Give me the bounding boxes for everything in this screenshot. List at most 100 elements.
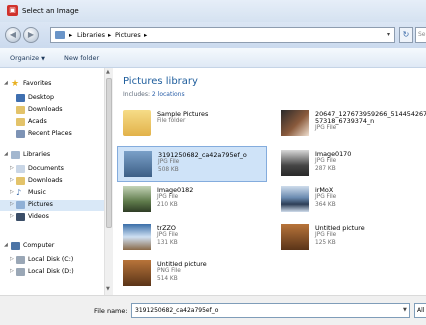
image-thumbnail — [123, 224, 151, 250]
folder-icon — [123, 110, 151, 136]
sidebar-label: Favorites — [23, 80, 52, 87]
expand-icon[interactable]: ▷ — [10, 177, 14, 183]
expand-icon[interactable]: ▷ — [10, 189, 14, 195]
search-input[interactable]: Se — [415, 27, 426, 43]
file-name-line2: 57318_6739374_n — [315, 117, 375, 125]
sidebar-label: Local Disk (D:) — [28, 268, 74, 275]
downloads-folder-icon — [16, 177, 25, 185]
chevron-down-icon[interactable]: ▾ — [387, 31, 390, 38]
documents-icon — [16, 165, 25, 173]
library-folder-icon — [55, 31, 65, 39]
expand-icon[interactable]: ◢ — [4, 151, 8, 157]
disk-icon — [16, 256, 25, 264]
scroll-down-icon[interactable]: ▼ — [106, 286, 110, 292]
disk-icon — [16, 268, 25, 276]
file-name-bar: File name: 3191250682_ca42a795ef_o ▼ All… — [0, 295, 426, 325]
organize-button[interactable]: Organize ▼ — [10, 54, 45, 62]
address-bar[interactable]: ▸ Libraries ▸ Pictures ▸ ▾ — [50, 27, 395, 43]
file-item-image0182[interactable]: Image0182 JPG File 210 KB — [117, 182, 267, 218]
expand-icon[interactable]: ▷ — [10, 201, 14, 207]
file-type: JPG File — [315, 194, 337, 200]
sidebar-item-music[interactable]: ▷ ♪ Music — [0, 188, 104, 199]
expand-icon[interactable]: ▷ — [10, 213, 14, 219]
sidebar-label: Downloads — [28, 106, 63, 113]
breadcrumb-pictures[interactable]: Pictures — [115, 31, 141, 39]
scroll-thumb[interactable] — [106, 78, 112, 228]
sidebar-item-recent-places[interactable]: Recent Places — [0, 129, 104, 140]
refresh-button[interactable]: ↻ — [399, 27, 413, 43]
file-name: Sample Pictures — [157, 110, 209, 118]
image-thumbnail — [281, 224, 309, 250]
image-thumbnail — [123, 260, 151, 286]
file-size: 125 KB — [315, 240, 336, 246]
toolbar: Organize ▼ New folder — [0, 48, 426, 68]
expand-icon[interactable]: ▷ — [10, 256, 14, 262]
sidebar-label: Videos — [28, 213, 49, 220]
file-name: 3191250682_ca42a795ef_o — [158, 151, 247, 159]
title-bar: ▣ Select an Image — [0, 0, 426, 22]
file-type: JPG File — [315, 232, 337, 238]
sidebar-item-lib-downloads[interactable]: ▷ Downloads — [0, 176, 104, 187]
address-separator: ▸ — [144, 31, 148, 39]
app-icon: ▣ — [7, 5, 18, 16]
file-item-irmox[interactable]: irMoX JPG File 364 KB — [275, 182, 425, 218]
expand-icon[interactable]: ▷ — [10, 165, 14, 171]
navigation-bar: ◀ ▶ ▸ Libraries ▸ Pictures ▸ ▾ ↻ Se — [0, 22, 426, 48]
breadcrumb-libraries[interactable]: Libraries — [77, 31, 105, 39]
file-type: JPG File — [315, 125, 337, 131]
file-item-trzzo[interactable]: trZZO JPG File 131 KB — [117, 220, 267, 256]
file-name: Image0170 — [315, 150, 352, 158]
file-size: 514 KB — [157, 276, 178, 282]
file-item-sample-pictures[interactable]: Sample Pictures File folder — [117, 106, 267, 142]
sidebar-label: Libraries — [23, 151, 51, 158]
sidebar-item-local-disk-c[interactable]: ▷ Local Disk (C:) — [0, 255, 104, 266]
sidebar-item-documents[interactable]: ▷ Documents — [0, 164, 104, 175]
file-name: trZZO — [157, 224, 176, 232]
library-title: Pictures library — [123, 76, 198, 87]
file-item-image0170[interactable]: Image0170 JPG File 287 KB — [275, 146, 425, 182]
sidebar-label: Recent Places — [28, 130, 72, 137]
sidebar-label: Local Disk (C:) — [28, 256, 74, 263]
sidebar-item-acads[interactable]: Acads — [0, 117, 104, 128]
image-thumbnail — [281, 150, 309, 176]
sidebar-item-local-disk-d[interactable]: ▷ Local Disk (D:) — [0, 267, 104, 278]
file-size: 210 KB — [157, 202, 178, 208]
file-name-input[interactable]: 3191250682_ca42a795ef_o — [131, 303, 410, 318]
forward-button[interactable]: ▶ — [23, 27, 39, 43]
sidebar-item-computer[interactable]: ◢ Computer — [0, 241, 104, 252]
star-icon: ★ — [11, 79, 20, 89]
sidebar-item-pictures[interactable]: ▷ Pictures — [0, 200, 104, 211]
navigation-pane: ◢ ★ Favorites Desktop Downloads Acads Re… — [0, 68, 104, 295]
computer-icon — [11, 242, 20, 250]
file-type-select[interactable]: All F — [414, 303, 426, 318]
file-item-20647[interactable]: 20647_127673959266_514454267_2 57318_673… — [275, 106, 426, 142]
image-thumbnail — [281, 110, 309, 136]
file-type: File folder — [157, 118, 186, 124]
chevron-down-icon[interactable]: ▼ — [403, 307, 407, 313]
expand-icon[interactable]: ◢ — [4, 80, 8, 86]
sidebar-item-desktop[interactable]: Desktop — [0, 93, 104, 104]
sidebar-label: Desktop — [28, 94, 54, 101]
sidebar-item-downloads[interactable]: Downloads — [0, 105, 104, 116]
locations-link[interactable]: 2 locations — [152, 91, 185, 98]
sidebar-label: Pictures — [28, 201, 53, 208]
sidebar-item-favorites[interactable]: ◢ ★ Favorites — [0, 79, 104, 90]
file-item-untitled-picture-png[interactable]: Untitled picture PNG File 514 KB — [117, 256, 267, 292]
file-item-3191250682[interactable]: 3191250682_ca42a795ef_o JPG File 508 KB — [117, 146, 267, 182]
sidebar-item-libraries[interactable]: ◢ Libraries — [0, 150, 104, 161]
file-type: PNG File — [157, 268, 181, 274]
expand-icon[interactable]: ▷ — [10, 268, 14, 274]
expand-icon[interactable]: ◢ — [4, 242, 8, 248]
videos-icon — [16, 213, 25, 221]
window-title: Select an Image — [22, 7, 79, 15]
file-item-untitled-picture-jpg[interactable]: Untitled picture JPG File 125 KB — [275, 220, 425, 256]
sidebar-label: Downloads — [28, 177, 63, 184]
back-button[interactable]: ◀ — [5, 27, 21, 43]
sidebar-label: Computer — [23, 242, 55, 249]
new-folder-button[interactable]: New folder — [64, 54, 99, 62]
recent-places-icon — [16, 130, 25, 138]
sidebar-item-videos[interactable]: ▷ Videos — [0, 212, 104, 223]
file-type: JPG File — [157, 232, 179, 238]
libraries-icon — [11, 151, 20, 159]
scroll-up-icon[interactable]: ▲ — [106, 69, 110, 75]
